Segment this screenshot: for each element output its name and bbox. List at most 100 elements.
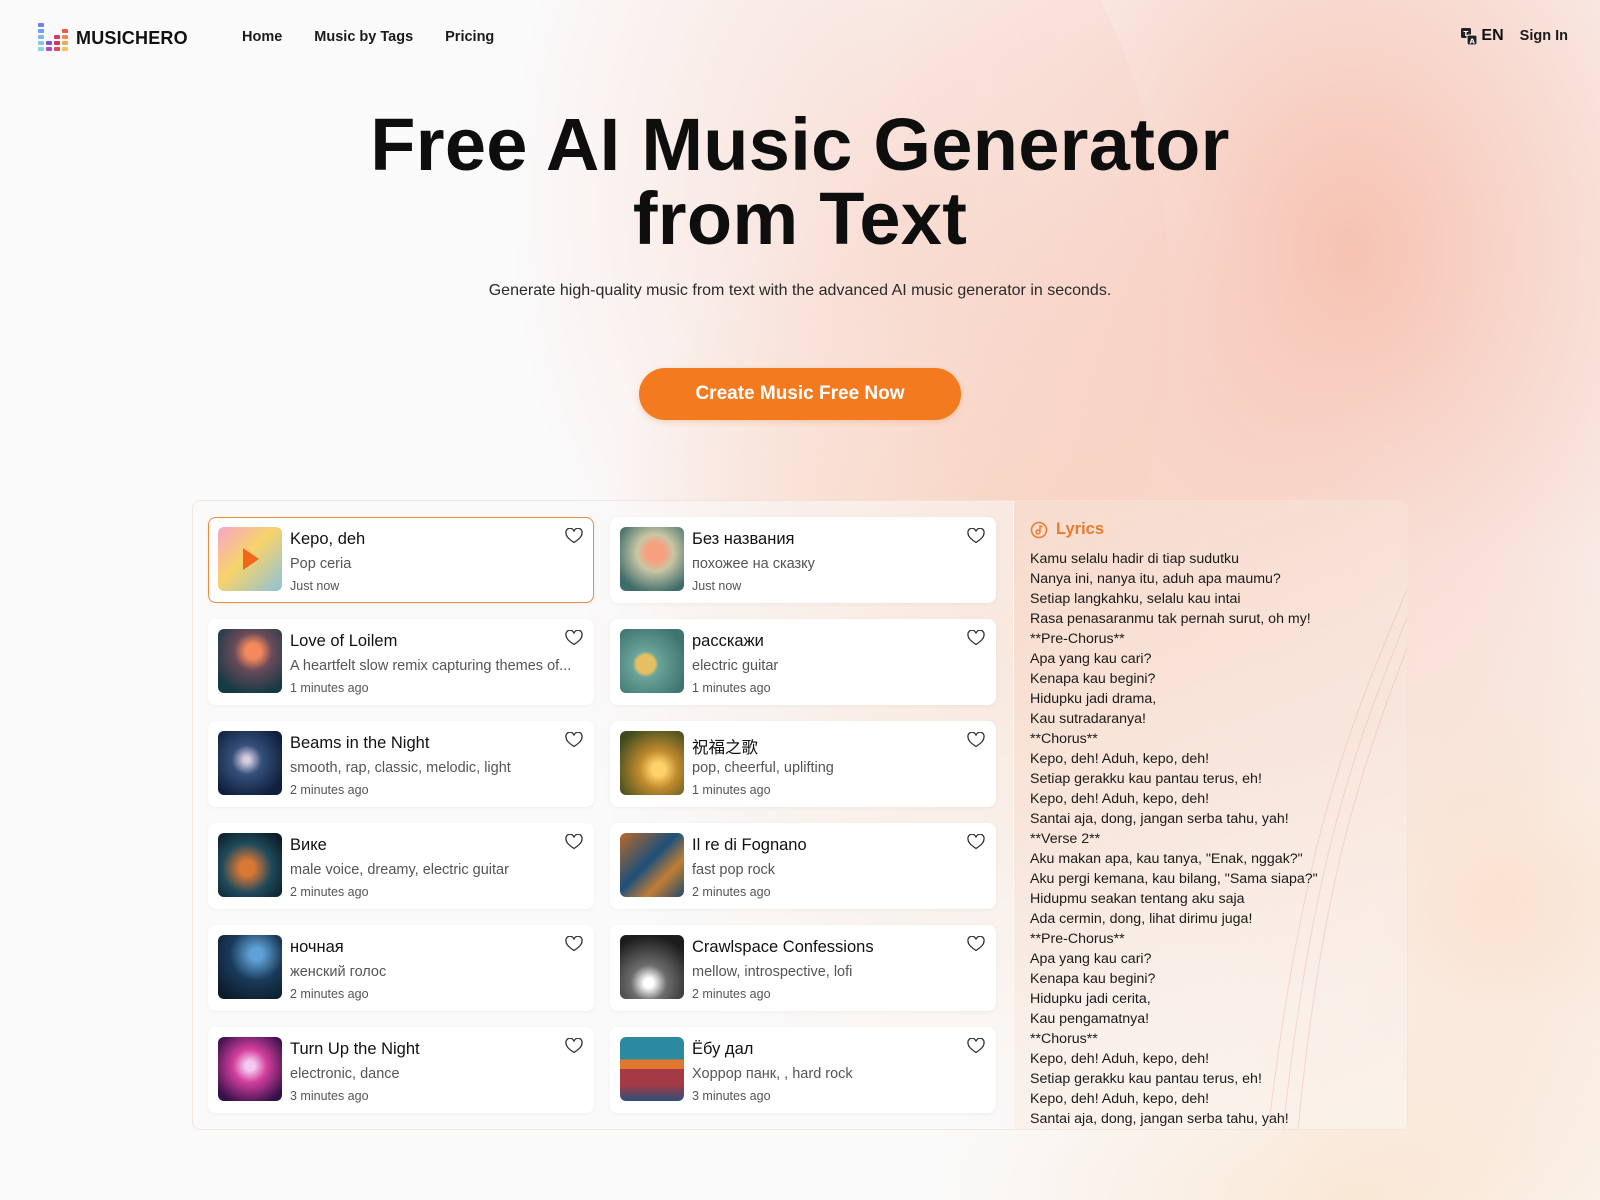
play-icon[interactable] [243, 548, 259, 570]
song-card[interactable]: Без названия похожее на сказку Just now [610, 517, 996, 603]
heart-icon[interactable] [967, 630, 985, 646]
song-cover-image[interactable] [620, 731, 684, 795]
song-title: Il re di Fognano [692, 836, 807, 854]
nav-music-by-tags[interactable]: Music by Tags [314, 29, 413, 45]
heart-icon[interactable] [565, 1038, 583, 1054]
song-tags: male voice, dreamy, electric guitar [290, 862, 509, 878]
song-timestamp: Just now [290, 579, 340, 593]
song-cover-image[interactable] [620, 1037, 684, 1101]
lyric-line: Santai aja, dong, jangan serba tahu, yah… [1030, 1111, 1289, 1127]
song-tags: женский голос [290, 964, 387, 980]
heart-icon[interactable] [967, 1038, 985, 1054]
song-card[interactable]: расскажи electric guitar 1 minutes ago [610, 619, 996, 705]
heart-icon[interactable] [967, 732, 985, 748]
music-disc-icon [1030, 521, 1048, 538]
song-tags: fast pop rock [692, 862, 776, 878]
translate-icon: T A [1461, 27, 1478, 45]
lyric-line: Santai aja, dong, jangan serba tahu, yah… [1030, 811, 1289, 827]
song-title: ночная [290, 938, 344, 956]
lyric-line: **Chorus** [1030, 731, 1098, 747]
heart-icon[interactable] [565, 834, 583, 850]
song-card[interactable]: Crawlspace Confessions mellow, introspect… [610, 925, 996, 1011]
song-cover-image[interactable] [620, 629, 684, 693]
lyric-line: Rasa penasaranmu tak pernah surut, oh my… [1030, 611, 1311, 627]
song-cover-image[interactable] [620, 833, 684, 897]
nav-home[interactable]: Home [242, 29, 282, 45]
song-cover-image[interactable] [218, 1037, 282, 1101]
song-card[interactable]: 祝福之歌 pop, cheerful, uplifting 1 minutes ag… [610, 721, 996, 807]
lyric-line: Kau pengamatnya! [1030, 1011, 1150, 1027]
song-cover-image[interactable] [218, 833, 282, 897]
sign-in-link[interactable]: Sign In [1520, 28, 1568, 44]
heart-icon[interactable] [967, 834, 985, 850]
lyric-line: **Pre-Chorus** [1030, 631, 1125, 647]
song-card[interactable]: Ёбу дал Хоррор панк, , hard rock 3 minutes… [610, 1027, 996, 1113]
language-label: EN [1481, 27, 1504, 44]
heart-icon[interactable] [967, 528, 985, 544]
song-card[interactable]: ночная женский голос 2 minutes ago [208, 925, 594, 1011]
song-tags: electronic, dance [290, 1066, 400, 1082]
song-timestamp: 2 minutes ago [290, 885, 369, 899]
song-timestamp: 2 minutes ago [692, 987, 771, 1001]
lyric-line: **Verse 2** [1030, 831, 1101, 847]
lyric-line: Setiap langkahku, selalu kau intai [1030, 591, 1241, 607]
lyrics-text: Kamu selalu hadir di tiap sudutku Nanya i… [1030, 549, 1397, 1129]
song-cover-image[interactable] [218, 527, 282, 591]
language-selector[interactable]: T A EN [1461, 27, 1504, 45]
hero-title-line2: from Text [632, 177, 968, 260]
lyric-line: Setiap gerakku kau pantau terus, eh! [1030, 1071, 1262, 1087]
lyric-line: Hidupmu seakan tentang aku saja [1030, 891, 1245, 907]
song-tags: Хоррор панк, , hard rock [692, 1066, 853, 1082]
song-card[interactable]: Beams in the Night smooth, rap, classic, … [208, 721, 594, 807]
song-title: Kepo, deh [290, 530, 366, 548]
create-music-button[interactable]: Create Music Free Now [639, 368, 961, 420]
heart-icon[interactable] [565, 528, 583, 544]
svg-text:T: T [1464, 30, 1469, 38]
song-timestamp: 2 minutes ago [290, 783, 369, 797]
svg-text:A: A [1470, 37, 1476, 45]
lyric-line: Hidupku jadi cerita, [1030, 991, 1151, 1007]
song-timestamp: Just now [692, 579, 742, 593]
song-title: Crawlspace Confessions [692, 938, 874, 956]
lyrics-title: Lyrics [1056, 520, 1105, 538]
main-nav: Home Music by Tags Pricing [242, 29, 494, 45]
song-tags: electric guitar [692, 658, 779, 674]
song-title: Love of Loilem [290, 632, 398, 650]
song-timestamp: 1 minutes ago [692, 783, 771, 797]
lyrics-panel: Lyrics Kamu selalu hadir di tiap sudutku… [1013, 501, 1407, 1129]
song-tags: похожее на сказку [692, 556, 815, 572]
song-cover-image[interactable] [218, 731, 282, 795]
lyric-line: Apa yang kau cari? [1030, 651, 1152, 667]
song-card[interactable]: Kepo, deh Pop ceria Just now [208, 517, 594, 603]
lyric-line: Hidupku jadi drama, [1030, 691, 1157, 707]
lyric-line: Nanya ini, nanya itu, aduh apa maumu? [1030, 571, 1281, 587]
song-cover-image[interactable] [218, 935, 282, 999]
heart-icon[interactable] [565, 936, 583, 952]
song-title: Ёбу дал [692, 1040, 754, 1058]
song-card[interactable]: Love of Loilem A heartfelt slow remix cap… [208, 619, 594, 705]
lyric-line: **Pre-Chorus** [1030, 931, 1125, 947]
lyric-line: Aku pergi kemana, kau bilang, "Sama siap… [1030, 871, 1318, 887]
song-card[interactable]: Il re di Fognano fast pop rock 2 minutes a… [610, 823, 996, 909]
lyric-line: Kamu selalu hadir di tiap sudutku [1030, 551, 1239, 567]
lyric-line: **Chorus** [1030, 1031, 1098, 1047]
song-cover-image[interactable] [620, 527, 684, 591]
song-title: Вике [290, 836, 327, 854]
lyric-line: Kepo, deh! Aduh, kepo, deh! [1030, 751, 1210, 767]
brand-name: MUSICHERO [76, 27, 188, 48]
heart-icon[interactable] [967, 936, 985, 952]
song-cover-image[interactable] [620, 935, 684, 999]
song-timestamp: 2 minutes ago [692, 885, 771, 899]
song-timestamp: 1 minutes ago [290, 681, 369, 695]
top-nav: MUSICHERO Home Music by Tags Pricing T A… [0, 0, 1600, 76]
song-card[interactable]: Вике male voice, dreamy, electric guitar 2… [208, 823, 594, 909]
lyric-line: Kepo, deh! Aduh, kepo, deh! [1030, 791, 1210, 807]
heart-icon[interactable] [565, 732, 583, 748]
equalizer-logo-icon [38, 23, 68, 53]
song-card[interactable]: Turn Up the Night electronic, dance 3 minu… [208, 1027, 594, 1113]
heart-icon[interactable] [565, 630, 583, 646]
nav-pricing[interactable]: Pricing [445, 29, 494, 45]
song-title: Beams in the Night [290, 734, 430, 752]
song-cover-image[interactable] [218, 629, 282, 693]
brand-logo[interactable]: MUSICHERO [38, 23, 188, 53]
